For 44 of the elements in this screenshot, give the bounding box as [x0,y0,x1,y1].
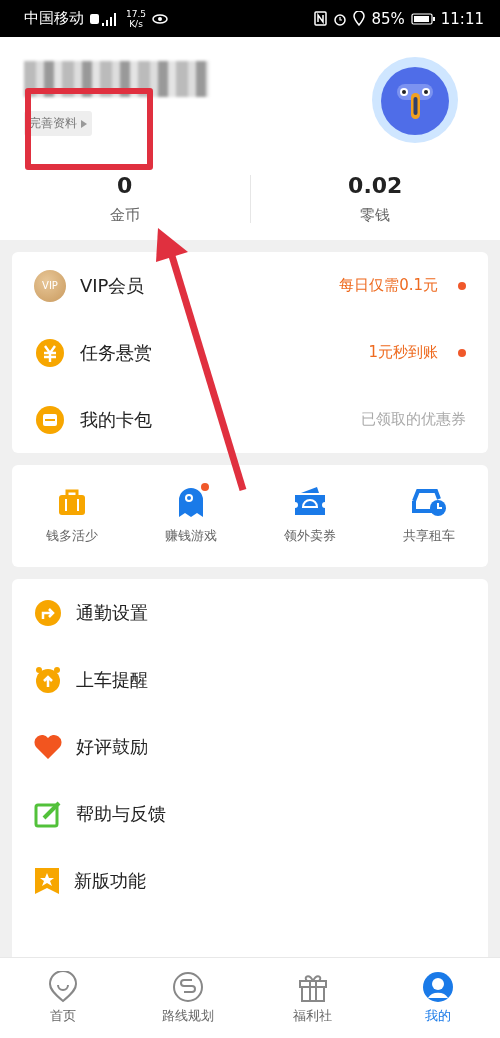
yen-coin-icon [34,336,66,369]
route-icon [171,971,204,1003]
menu-item[interactable]: 新版功能 [74,868,466,893]
eye-icon [152,12,169,25]
menu-item[interactable]: 好评鼓励 [76,734,466,759]
triangle-icon [81,119,87,128]
ghost-icon [177,487,204,517]
benefit-row[interactable]: VIP VIP会员 每日仅需0.1元 [12,252,488,319]
briefcase-icon [56,487,87,517]
car-clock-icon [411,487,446,517]
edit-note-icon [34,799,62,828]
ticket-icon [292,487,327,517]
battery-icon [410,12,435,25]
shortcut-label[interactable]: 共享租车 [402,527,455,545]
shortcut-label[interactable]: 钱多活少 [45,527,98,545]
tab-item[interactable]: 我的 [375,958,500,1038]
tab-item[interactable]: 首页 [0,958,125,1038]
stat-value: 0.02 [348,172,403,198]
stat-value: 0 [117,172,133,198]
alarm-clock-icon [34,665,62,694]
shortcut-label[interactable]: 领外卖券 [283,527,336,545]
benefit-row[interactable]: 我的卡包 已领取的优惠券 [12,386,488,453]
clock-time: 11:11 [440,9,484,28]
alarm-icon [333,11,348,26]
heart-icon [34,733,62,760]
star-icon [34,866,60,895]
vip-badge: VIP [34,269,66,302]
nfc-icon [314,11,328,26]
benefit-row[interactable]: 任务悬赏 1元秒到账 [12,319,488,386]
tab-item[interactable]: 福利社 [250,958,375,1038]
stat-label: 零钱 [360,205,391,225]
shortcut-label[interactable]: 赚钱游戏 [164,527,217,545]
network-speed: 17.5 K/s [126,8,147,29]
stat-label: 金币 [109,205,140,225]
menu-item[interactable]: 上车提醒 [76,667,466,692]
battery-percent: 85% [371,9,405,28]
menu-item[interactable]: 帮助与反馈 [76,801,466,826]
coupon-icon [34,403,66,436]
location-icon [353,11,366,26]
user-icon [421,971,454,1003]
menu-item[interactable]: 通勤设置 [76,600,466,625]
carrier-name: 中国移动 [24,9,84,28]
tab-item[interactable]: 路线规划 [125,958,250,1038]
location-pin-icon [47,971,78,1003]
